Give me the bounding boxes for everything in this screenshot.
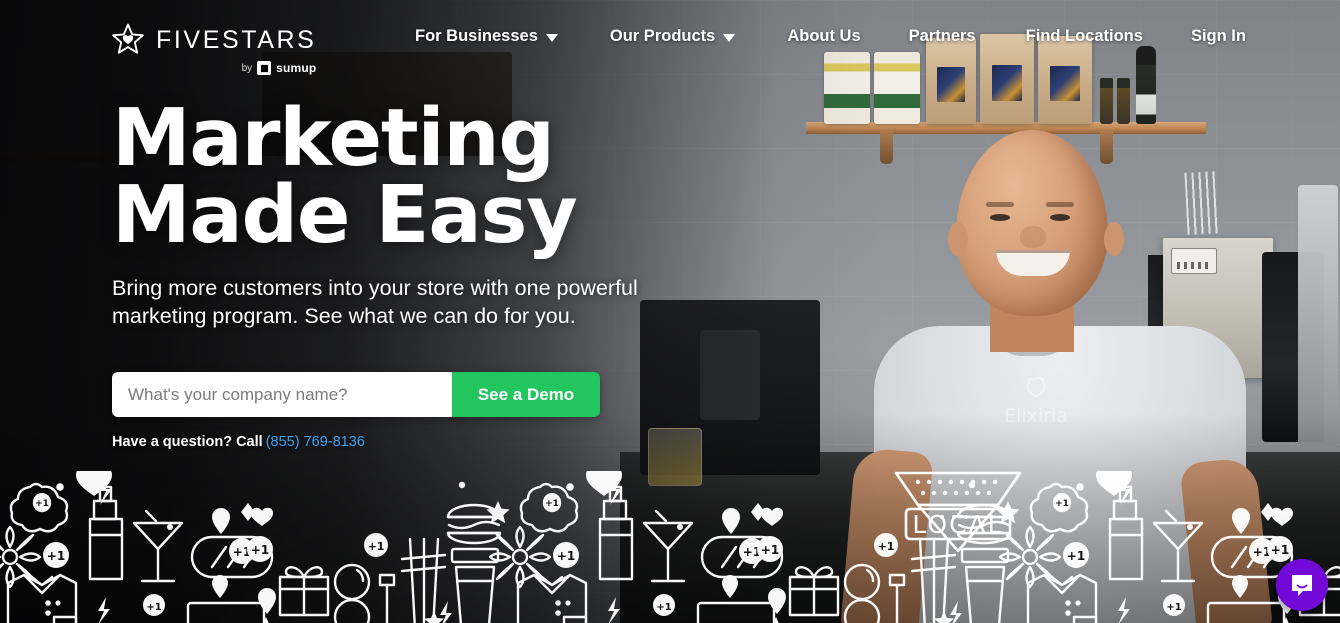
nav-label: For Businesses: [415, 27, 538, 45]
nav-item-for-businesses[interactable]: For Businesses: [415, 27, 558, 46]
nav-item-our-products[interactable]: Our Products: [609, 27, 736, 46]
nav-item-about-us[interactable]: About Us: [787, 27, 860, 46]
contact-line: Have a question? Call (855) 769-8136: [112, 434, 732, 450]
company-name-input[interactable]: [112, 372, 452, 418]
nav-label: Partners: [908, 27, 976, 45]
chat-bubble-smile-icon: [1292, 575, 1312, 596]
nav-label: Our Products: [609, 27, 716, 45]
headline-line-2: Made Easy: [112, 168, 578, 261]
chat-launcher-button[interactable]: [1276, 559, 1328, 611]
hero-subhead: Bring more customers into your store wit…: [112, 276, 638, 328]
page-title: Marketing Made Easy: [112, 99, 732, 261]
logo-wordmark: FIVESTARS: [156, 25, 317, 54]
top-navigation: FIVESTARS by sumup For Businesses Our Pr…: [0, 0, 1340, 80]
nav-item-sign-in[interactable]: Sign In: [1191, 27, 1246, 46]
sumup-wordmark: sumup: [276, 61, 317, 75]
nav-label: Sign In: [1190, 27, 1246, 45]
sumup-mark-icon: [257, 61, 272, 75]
logo-by-label: by: [241, 62, 253, 74]
contact-label: Have a question? Call: [112, 434, 263, 451]
phone-number-link[interactable]: (855) 769-8136: [266, 434, 365, 450]
nav-label: Find Locations: [1025, 27, 1143, 45]
nav-item-find-locations[interactable]: Find Locations: [1026, 27, 1143, 46]
chevron-down-icon: [545, 33, 558, 42]
hero-section: Elixiria FIVESTARS by sumup: [0, 0, 1340, 623]
nav-label: About Us: [787, 27, 861, 45]
nav-links: For Businesses Our Products About Us Par…: [415, 27, 1246, 46]
hero-copy: Marketing Made Easy Bring more customers…: [112, 99, 732, 450]
star-heart-icon: [112, 23, 144, 54]
chevron-down-icon: [723, 33, 736, 42]
see-a-demo-button[interactable]: See a Demo: [452, 372, 600, 418]
fivestars-logo[interactable]: FIVESTARS by sumup: [110, 22, 316, 75]
nav-item-partners[interactable]: Partners: [909, 27, 976, 46]
demo-signup-form: See a Demo: [112, 372, 600, 418]
